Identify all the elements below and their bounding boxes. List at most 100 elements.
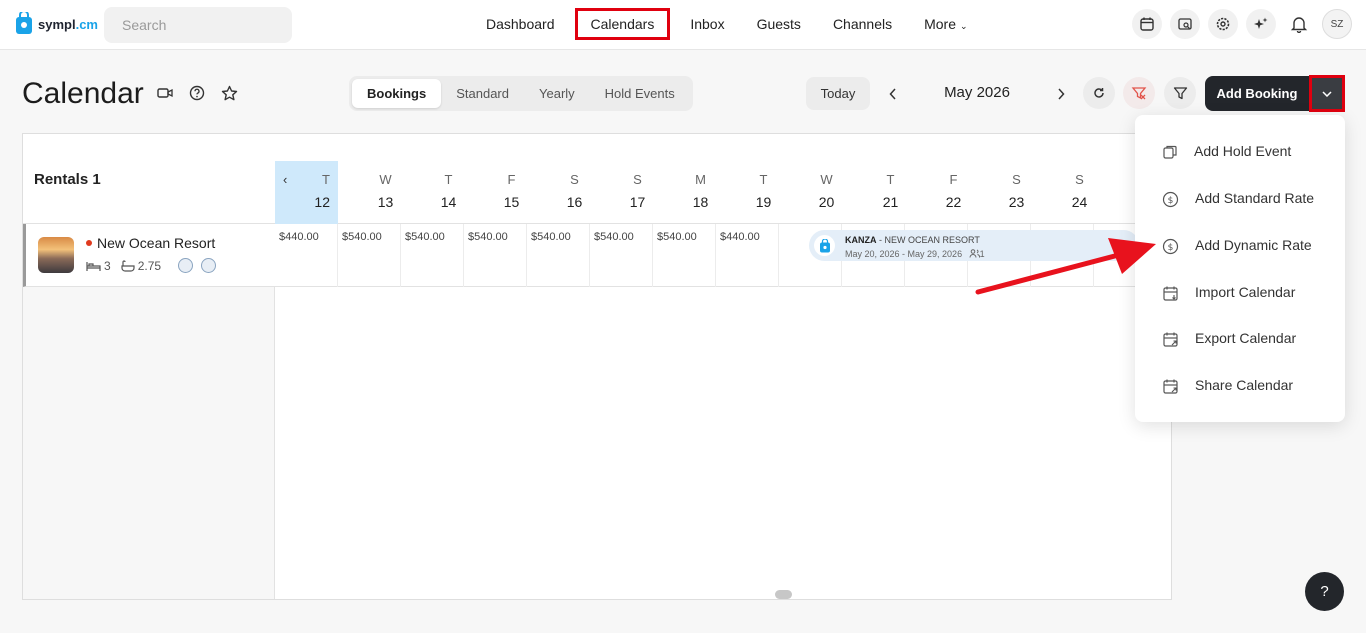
rental-meta: 3 2.75 [86, 259, 161, 273]
menu-export-calendar[interactable]: Export Calendar [1135, 318, 1345, 358]
day-letter: T [886, 172, 895, 187]
day-number: 18 [692, 194, 709, 210]
channel-icon [201, 258, 216, 273]
rentals-title: Rentals 1 [34, 171, 101, 188]
day-column-header: W 13 [354, 161, 417, 224]
day-number: 21 [882, 194, 899, 210]
day-letter: F [507, 172, 516, 187]
search-input[interactable] [122, 17, 303, 33]
brand-logo[interactable]: sympl.cm [14, 12, 98, 36]
nav-more[interactable]: More ⌄ [908, 8, 983, 40]
menu-label: Export Calendar [1195, 330, 1297, 346]
day-letter: S [1075, 172, 1084, 187]
top-bar: sympl.cm Dashboard Calendars Inbox Guest… [0, 0, 1366, 50]
menu-label: Add Hold Event [1194, 143, 1292, 159]
day-letter: W [820, 172, 833, 187]
horizontal-scroll-handle[interactable] [775, 590, 792, 599]
calendar-share-icon [1161, 377, 1179, 395]
day-letter: F [949, 172, 958, 187]
user-avatar[interactable]: SZ [1322, 9, 1352, 39]
day-number: 20 [818, 194, 835, 210]
title-icons [152, 80, 242, 106]
prev-month-button[interactable] [879, 77, 907, 110]
day-column-header: S 17 [606, 161, 669, 224]
nav-calendars[interactable]: Calendars [574, 8, 671, 40]
rate-cell[interactable]: $540.00 [653, 224, 716, 287]
dollar-circle-icon: $ [1161, 190, 1179, 208]
calendar-add-icon[interactable] [1132, 9, 1162, 39]
day-column-header: T 19 [732, 161, 795, 224]
menu-add-hold-event[interactable]: Add Hold Event [1135, 131, 1345, 171]
annotation-arrow-icon [975, 238, 1156, 295]
bell-icon[interactable] [1284, 9, 1314, 39]
menu-label: Import Calendar [1195, 284, 1296, 300]
menu-share-calendar[interactable]: Share Calendar [1135, 365, 1345, 405]
search-box [104, 7, 303, 43]
search-list-icon[interactable] [1170, 9, 1200, 39]
tab-bookings[interactable]: Bookings [352, 79, 442, 108]
nav-channels[interactable]: Channels [817, 8, 908, 40]
help-button[interactable]: ? [1305, 572, 1344, 611]
bath-icon [120, 260, 135, 272]
rentals-header: Rentals 1 [23, 134, 275, 224]
brand-name: sympl.cm [38, 16, 98, 32]
rate-cell[interactable]: $540.00 [401, 224, 464, 287]
rate-cell[interactable]: $540.00 [464, 224, 527, 287]
day-column-header: T 14 [417, 161, 480, 224]
ai-sparkle-icon[interactable] [1246, 9, 1276, 39]
day-number: 19 [755, 194, 772, 210]
settings-icon[interactable] [1208, 9, 1238, 39]
help-circle-icon[interactable] [184, 80, 210, 106]
booking-source-icon [814, 235, 835, 256]
refresh-button[interactable] [1083, 77, 1115, 109]
nav-inbox[interactable]: Inbox [674, 8, 740, 40]
chevron-left-icon[interactable]: ‹ [283, 172, 287, 187]
menu-label: Share Calendar [1195, 377, 1294, 393]
tab-hold-events[interactable]: Hold Events [590, 79, 690, 108]
day-number: 24 [1071, 194, 1088, 210]
clear-filter-button[interactable] [1123, 77, 1155, 109]
filter-icon [1173, 86, 1187, 99]
day-column-header: ‹ T 12 [275, 161, 338, 224]
rate-cell[interactable]: $440.00 [275, 224, 338, 287]
nav-guests[interactable]: Guests [741, 8, 817, 40]
day-letter: T [759, 172, 768, 187]
nav-dashboard[interactable]: Dashboard [470, 8, 571, 40]
rate-cell[interactable]: $540.00 [338, 224, 401, 287]
day-number: 12 [314, 194, 330, 210]
day-column-header: W 20 [795, 161, 858, 224]
rate-cell[interactable]: $540.00 [590, 224, 653, 287]
hold-event-icon [1161, 143, 1179, 161]
filter-button[interactable] [1164, 77, 1196, 109]
add-booking-dropdown-button[interactable] [1309, 75, 1345, 112]
day-letter: S [633, 172, 642, 187]
menu-add-standard-rate[interactable]: $ Add Standard Rate [1135, 178, 1345, 218]
channel-icons [178, 258, 216, 273]
day-letter: T [444, 172, 453, 187]
bedroom-count: 3 [104, 259, 111, 273]
menu-label: Add Dynamic Rate [1195, 237, 1312, 253]
day-number: 22 [945, 194, 962, 210]
rate-cell[interactable]: $440.00 [716, 224, 779, 287]
rate-cell[interactable]: $540.00 [527, 224, 590, 287]
tab-yearly[interactable]: Yearly [524, 79, 590, 108]
day-column-header: M 18 [669, 161, 732, 224]
chevron-left-icon [889, 87, 896, 100]
rental-name[interactable]: New Ocean Resort [97, 235, 215, 251]
add-booking-button[interactable]: Add Booking [1205, 76, 1309, 111]
video-icon[interactable] [152, 80, 178, 106]
status-dot [86, 240, 92, 246]
rental-thumbnail [38, 237, 74, 273]
chevron-down-icon [1322, 90, 1332, 97]
menu-add-dynamic-rate[interactable]: $ Add Dynamic Rate [1135, 225, 1345, 265]
day-column-header: S 16 [543, 161, 606, 224]
dollar-circle-icon: $ [1161, 237, 1179, 255]
day-letter: S [570, 172, 579, 187]
star-icon[interactable] [216, 80, 242, 106]
day-column-header: T 21 [859, 161, 922, 224]
next-month-button[interactable] [1047, 77, 1075, 110]
tab-standard[interactable]: Standard [441, 79, 524, 108]
rental-row[interactable]: New Ocean Resort 3 2.75 [23, 224, 275, 287]
today-button[interactable]: Today [806, 77, 870, 110]
menu-import-calendar[interactable]: Import Calendar [1135, 272, 1345, 312]
